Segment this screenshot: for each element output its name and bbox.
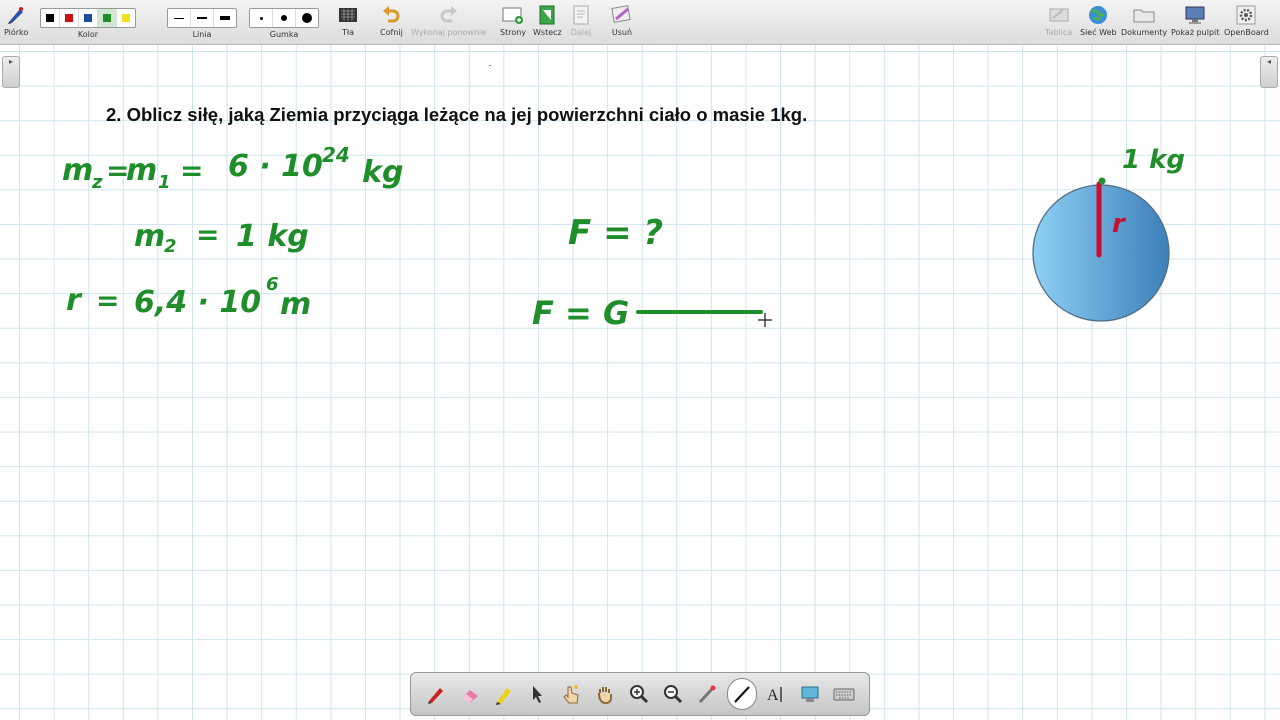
hand-tool-button[interactable] xyxy=(591,679,619,709)
highlighter-icon xyxy=(495,688,511,705)
note-r-unit: m xyxy=(280,287,311,322)
note-m2-symbol: m xyxy=(134,219,165,254)
note-r-equals: = xyxy=(96,284,119,317)
eraser-tool-button[interactable] xyxy=(456,679,484,709)
selector-tool-button[interactable] xyxy=(523,679,551,709)
eraser-icon xyxy=(461,690,478,702)
zoom-out-icon xyxy=(663,685,682,704)
note-force-formula: F = G xyxy=(532,294,629,332)
note-m1-subscript-2: 1 xyxy=(158,172,171,193)
crosshair-cursor-icon xyxy=(758,313,772,327)
note-m1-subscript: z xyxy=(91,172,103,193)
line-icon xyxy=(733,686,750,703)
pen-icon xyxy=(427,688,443,704)
hand-icon xyxy=(598,687,613,705)
note-m1-symbol: m xyxy=(62,153,93,188)
svg-text:A: A xyxy=(767,687,779,704)
pointing-hand-icon xyxy=(563,685,579,704)
keyboard-icon xyxy=(833,688,855,701)
note-m1-value: 6 · 10 xyxy=(228,149,323,184)
screen-capture-icon xyxy=(801,686,819,702)
zoom-out-tool-button[interactable] xyxy=(659,679,687,709)
mass-point xyxy=(1098,177,1106,185)
zoom-in-icon xyxy=(629,685,649,704)
keyboard-tool-button[interactable] xyxy=(830,679,858,709)
note-m2-subscript: 2 xyxy=(164,236,177,257)
mass-label: 1 kg xyxy=(1122,145,1185,175)
line-tool-button[interactable] xyxy=(726,678,757,710)
note-r-value: 6,4 · 10 xyxy=(134,285,261,320)
note-m1-equals-2: = xyxy=(180,154,203,187)
laser-pointer-icon xyxy=(698,685,716,704)
note-m1-unit: kg xyxy=(362,155,403,190)
note-m2-value: 1 kg xyxy=(236,219,309,254)
note-m2-equals: = xyxy=(196,218,219,251)
handwritten-notes: m z = m 1 = 6 · 10 24 kg m 2 = 1 kg r = … xyxy=(62,65,1185,332)
laser-pointer-tool-button[interactable] xyxy=(693,679,721,709)
radius-label: r xyxy=(1112,209,1127,239)
note-force-question: F = ? xyxy=(568,213,663,253)
stylus-palette: A xyxy=(410,672,870,716)
note-r-symbol: r xyxy=(66,283,83,318)
cursor-arrow-icon xyxy=(533,686,543,703)
capture-tool-button[interactable] xyxy=(796,679,824,709)
pen-tool-button[interactable] xyxy=(422,679,450,709)
zoom-in-tool-button[interactable] xyxy=(625,679,653,709)
note-m1-symbol-2: m xyxy=(126,153,157,188)
note-m1-exponent: 24 xyxy=(322,143,350,167)
stray-mark xyxy=(489,65,491,66)
highlighter-tool-button[interactable] xyxy=(490,679,518,709)
text-tool-button[interactable]: A xyxy=(762,679,790,709)
text-icon: A xyxy=(767,687,783,704)
note-r-exponent: 6 xyxy=(266,274,279,295)
interact-tool-button[interactable] xyxy=(557,679,585,709)
